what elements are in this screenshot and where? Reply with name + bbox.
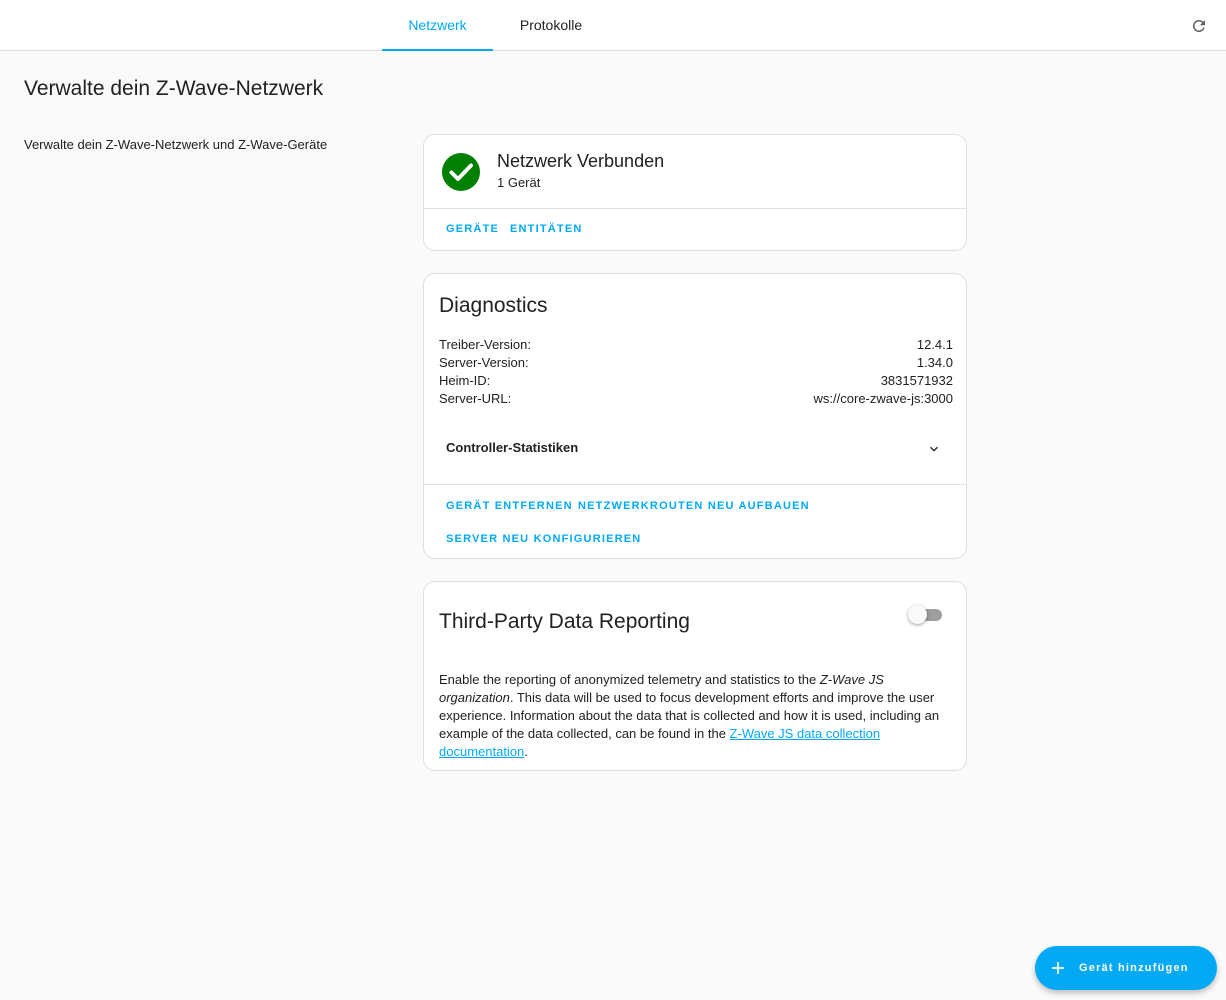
page-title: Verwalte dein Z-Wave-Netzwerk: [24, 77, 324, 100]
server-version-row: Server-Version: 1.34.0: [439, 355, 953, 370]
add-device-label: Gerät hinzufügen: [1079, 962, 1189, 974]
controller-statistics-expander[interactable]: Controller-Statistiken: [424, 430, 966, 466]
data-reporting-title: Third-Party Data Reporting: [439, 610, 690, 633]
devices-button[interactable]: Geräte: [446, 223, 499, 235]
card-divider: [424, 208, 966, 209]
data-reporting-card: Third-Party Data Reporting Enable the re…: [423, 581, 967, 771]
diagnostics-title: Diagnostics: [439, 294, 548, 317]
chevron-down-icon: [930, 446, 938, 452]
data-reporting-description: Enable the reporting of anonymized telem…: [439, 671, 955, 761]
tab-logs-label: Protokolle: [519, 17, 583, 33]
tab-network[interactable]: Netzwerk: [382, 0, 493, 51]
plus-icon: [1052, 962, 1064, 974]
top-app-bar: Netzwerk Protokolle: [0, 0, 1226, 51]
network-status-card: Netzwerk Verbunden 1 Gerät Geräte Entitä…: [423, 134, 967, 251]
home-id-row: Heim-ID: 3831571932: [439, 373, 953, 388]
add-device-button[interactable]: Gerät hinzufügen: [1035, 946, 1217, 990]
remove-device-button[interactable]: Gerät entfernen: [446, 500, 573, 512]
server-version-label: Server-Version:: [439, 355, 529, 370]
tab-active-indicator: [382, 49, 493, 51]
data-reporting-text-after: .: [524, 744, 528, 759]
entities-button[interactable]: Entitäten: [510, 223, 583, 235]
refresh-button[interactable]: [1186, 13, 1212, 39]
data-reporting-text-before: Enable the reporting of anonymized telem…: [439, 672, 820, 687]
home-id-label: Heim-ID:: [439, 373, 491, 388]
device-count: 1 Gerät: [497, 175, 541, 190]
tab-logs[interactable]: Protokolle: [503, 0, 599, 50]
driver-version-label: Treiber-Version:: [439, 337, 531, 352]
rebuild-routes-button[interactable]: Netzwerkrouten neu aufbauen: [578, 500, 810, 512]
network-status-title: Netzwerk Verbunden: [497, 151, 665, 171]
toggle-thumb: [908, 605, 927, 624]
refresh-icon: [1192, 19, 1205, 32]
controller-statistics-label: Controller-Statistiken: [446, 440, 579, 455]
driver-version-row: Treiber-Version: 12.4.1: [439, 337, 953, 352]
check-circle-icon: [442, 153, 480, 191]
home-id-value: 3831571932: [880, 373, 953, 388]
server-url-value: ws://core-zwave-js:3000: [813, 391, 953, 406]
card-divider: [424, 484, 966, 485]
server-url-label: Server-URL:: [439, 391, 512, 406]
server-version-value: 1.34.0: [916, 355, 953, 370]
reconfigure-server-button[interactable]: Server neu konfigurieren: [446, 533, 641, 545]
page-description: Verwalte dein Z-Wave-Netzwerk und Z-Wave…: [24, 137, 328, 152]
tab-network-label: Netzwerk: [408, 17, 467, 33]
diagnostics-card: Diagnostics Treiber-Version: 12.4.1 Serv…: [423, 273, 967, 559]
data-reporting-toggle[interactable]: [908, 605, 942, 624]
driver-version-value: 12.4.1: [916, 337, 953, 352]
server-url-row: Server-URL: ws://core-zwave-js:3000: [439, 391, 953, 406]
